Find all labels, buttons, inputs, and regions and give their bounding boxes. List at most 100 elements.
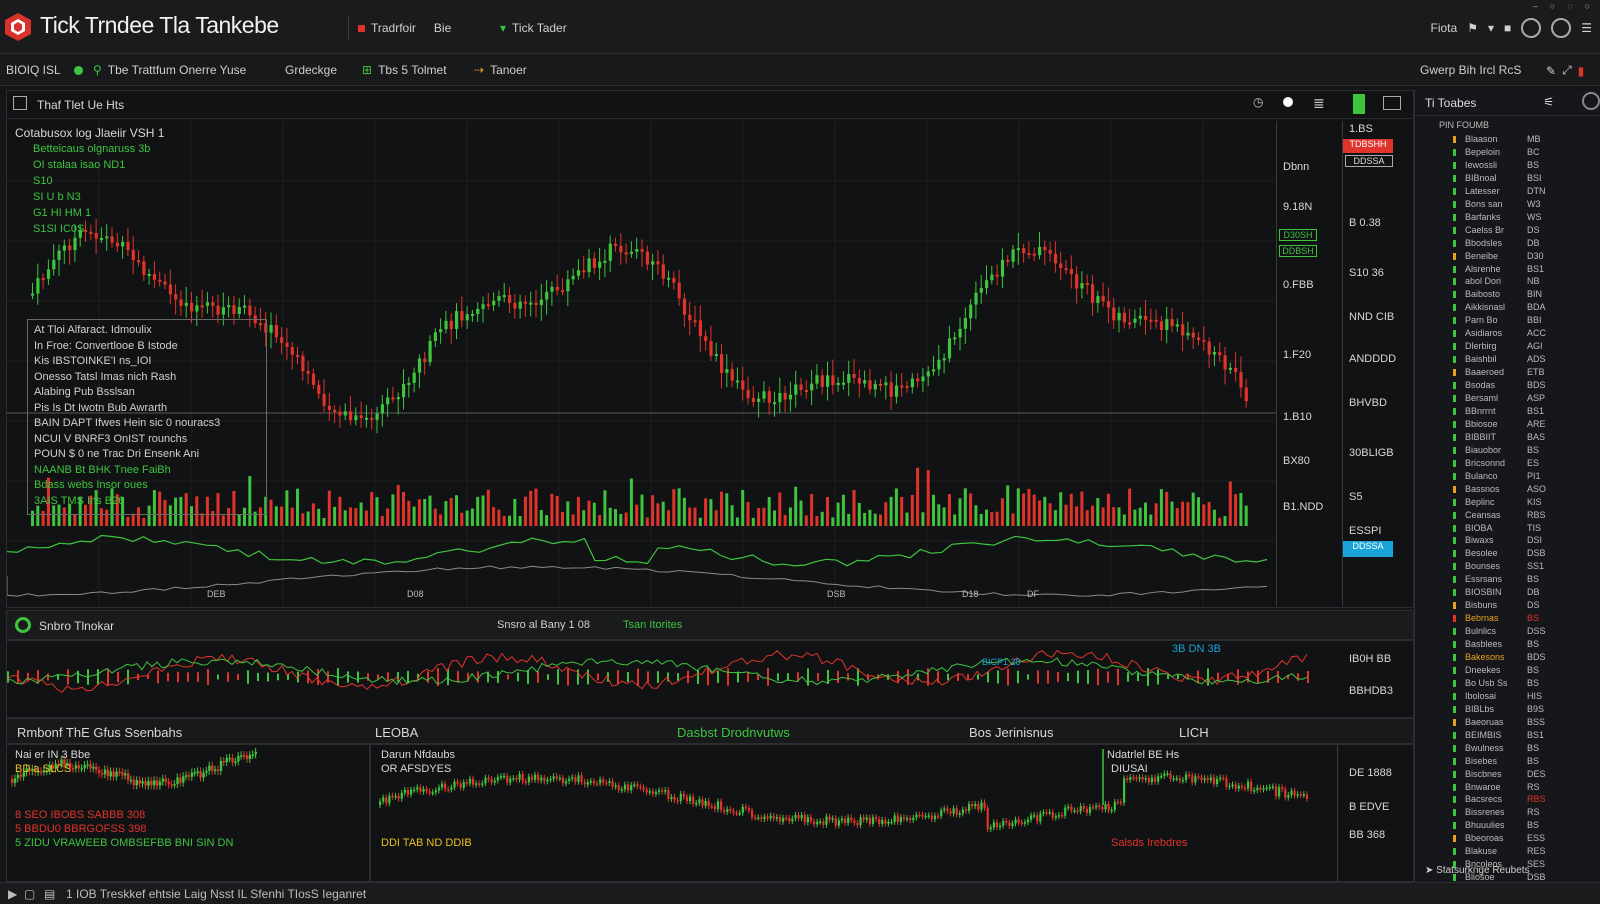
watchlist-row[interactable]: Bo Usb Ss BS	[1465, 678, 1539, 688]
candle	[428, 791, 431, 793]
watchlist-row[interactable]: Bissrenes RS	[1465, 807, 1540, 817]
watchlist-row[interactable]: Besolee DSB	[1465, 548, 1546, 558]
tab-tradrfoir[interactable]: Tradrfoir Bie	[358, 21, 451, 35]
watchlist-row[interactable]: Baibosto BIN	[1465, 289, 1542, 299]
watchlist-row[interactable]: abol Dori NB	[1465, 276, 1540, 286]
watchlist-row[interactable]: Ibolosai HIS	[1465, 691, 1542, 701]
resize-icon[interactable]: ⤢	[1562, 63, 1572, 78]
watchlist-row[interactable]: Baeoruas BSS	[1465, 717, 1545, 727]
flag-icon[interactable]: ⚑	[1467, 21, 1478, 35]
search-icon[interactable]	[1582, 92, 1600, 110]
watchlist-row[interactable]: Dneekes BS	[1465, 665, 1539, 675]
watchlist-row[interactable]: Bsodas BDS	[1465, 380, 1546, 390]
watchlist-row[interactable]: Bakesons BDS	[1465, 652, 1546, 662]
watchlist-row[interactable]: BBnrrnt BS1	[1465, 406, 1544, 416]
record-icon[interactable]	[1283, 97, 1293, 107]
list-icon[interactable]: ≣	[1313, 95, 1325, 112]
tool-selector[interactable]: ⊞ Tbs 5 Tolmet	[362, 63, 447, 77]
green-bar-icon[interactable]	[1353, 94, 1365, 114]
watchlist-row[interactable]: Biauobor BS	[1465, 445, 1539, 455]
mode-selector[interactable]: Grdeckge	[285, 63, 337, 77]
indicator-icon[interactable]	[15, 617, 31, 633]
watchlist-row[interactable]: Aikkisnasl BDA	[1465, 302, 1546, 312]
menu-icon[interactable]: ☰	[1581, 21, 1592, 35]
oscillator-bar	[47, 673, 49, 681]
clock-icon[interactable]: ◷	[1253, 95, 1263, 109]
watchlist-row[interactable]: Bisbuns DS	[1465, 600, 1540, 610]
watchlist-row[interactable]: Bulnlics DSS	[1465, 626, 1546, 636]
watchlist-symbol: BIOBA	[1465, 522, 1493, 533]
watchlist-row[interactable]: Bersaml ASP	[1465, 393, 1545, 403]
watchlist-row[interactable]: Biscbnes DES	[1465, 769, 1546, 779]
watchlist-row[interactable]: Baishbil ADS	[1465, 354, 1546, 364]
watchlist-row[interactable]: Beplinc KIS	[1465, 497, 1542, 507]
mini-chart-2[interactable]	[371, 745, 1337, 881]
watchlist-row[interactable]: Blakuse RES	[1465, 846, 1546, 856]
watchlist-row[interactable]: Parn Bo BBI	[1465, 315, 1542, 325]
table-icon[interactable]: ▤	[44, 887, 55, 901]
pen-icon[interactable]: ✎	[1546, 64, 1556, 78]
watchlist-row[interactable]: Bbiosoe ARE	[1465, 419, 1546, 429]
watchlist-row[interactable]: Bisebes BS	[1465, 756, 1539, 766]
watchlist-row[interactable]: Asidiaros ACC	[1465, 328, 1546, 338]
watchlist-row[interactable]: Bwulness BS	[1465, 743, 1539, 753]
watchlist-row[interactable]: Bnwaroe RS	[1465, 782, 1540, 792]
filter-icon[interactable]: ⚟	[1543, 95, 1554, 109]
watchlist-row[interactable]: Bassnos ASO	[1465, 484, 1546, 494]
watchlist-row[interactable]: Biwaxs DSI	[1465, 535, 1542, 545]
watchlist-row[interactable]: Blaason MB	[1465, 134, 1541, 144]
watchlist-row[interactable]: BIBLbs B9S	[1465, 704, 1544, 714]
watchlist-row[interactable]: BEIMBIS BS1	[1465, 730, 1544, 740]
watchlist-row[interactable]: Basblees BS	[1465, 639, 1539, 649]
candle	[103, 769, 107, 775]
watchlist-row[interactable]: Alsrenhe BS1	[1465, 264, 1544, 274]
watchlist-row[interactable]: Bhuuulies BS	[1465, 820, 1539, 830]
watchlist-row[interactable]: Bacsrecs RBS	[1465, 794, 1546, 804]
tool2-selector[interactable]: ⇢ Tanoer	[474, 63, 527, 77]
watchlist-row[interactable]: Bebrnas BS	[1465, 613, 1539, 623]
minimize-icon[interactable]: –	[1533, 1, 1538, 11]
symbol-selector[interactable]: BIOIQ ISL	[6, 63, 61, 77]
tab-tick-tader[interactable]: ▾ Tick Tader	[500, 21, 567, 35]
square-icon[interactable]: ▢	[24, 887, 35, 901]
panel-icon[interactable]	[13, 96, 27, 110]
settings-icon[interactable]	[1521, 18, 1542, 38]
oscillator-chart[interactable]	[7, 641, 1313, 717]
watchlist-row[interactable]: Ceansas RBS	[1465, 510, 1546, 520]
close-icon[interactable]: ○	[1585, 1, 1590, 11]
window-icon[interactable]	[1383, 96, 1401, 110]
watchlist-row[interactable]: BIBnoal BSI	[1465, 173, 1542, 183]
watchlist-footer[interactable]: ➤ Statsurknge Reubets	[1425, 865, 1530, 876]
watchlist-row[interactable]: BIOBA TIS	[1465, 523, 1541, 533]
candle	[364, 417, 369, 420]
watchlist-row[interactable]: Bbeoroas ESS	[1465, 833, 1545, 843]
watchlist-row[interactable]: Latesser DTN	[1465, 186, 1546, 196]
watchlist-row[interactable]: Barfanks WS	[1465, 212, 1542, 222]
watchlist-row[interactable]: BIOSBIN DB	[1465, 587, 1540, 597]
restore-icon[interactable]: ◌	[1567, 1, 1572, 11]
square-icon[interactable]: ■	[1504, 21, 1511, 35]
chevron-down-icon[interactable]: ▾	[1488, 21, 1494, 35]
watchlist-row[interactable]: Caelss Br DS	[1465, 225, 1540, 235]
watchlist-row[interactable]: Iewossli BS	[1465, 160, 1539, 170]
candle	[732, 810, 735, 813]
watchlist-row[interactable]: Dlerbirg AGI	[1465, 341, 1543, 351]
play-icon[interactable]: ▶	[8, 887, 17, 901]
maximize-icon[interactable]: ○	[1550, 1, 1555, 11]
alert-icon[interactable]: ▮	[1578, 64, 1585, 78]
watchlist-row[interactable]: Bulanco PI1	[1465, 471, 1541, 481]
watchlist-row[interactable]: Bepeloin BC	[1465, 147, 1540, 157]
watchlist-row[interactable]: Baaeroed ETB	[1465, 367, 1545, 377]
toolbar-right-label[interactable]: Gwerp Bih Ircl RcS	[1420, 63, 1521, 77]
candle	[447, 789, 450, 791]
watchlist-row[interactable]: Essrsans BS	[1465, 574, 1539, 584]
candle	[1206, 778, 1209, 781]
watchlist-row[interactable]: Bounses SS1	[1465, 561, 1544, 571]
account-icon[interactable]	[1551, 18, 1572, 38]
watchlist-row[interactable]: BIBBIIT BAS	[1465, 432, 1545, 442]
watchlist-row[interactable]: Bons san W3	[1465, 199, 1541, 209]
watchlist-row[interactable]: Bricsonnd ES	[1465, 458, 1539, 468]
watchlist-row[interactable]: Bbodsles DB	[1465, 238, 1540, 248]
feed-selector[interactable]: ⚲ Tbe Trattfum Onerre Yuse	[74, 63, 246, 77]
watchlist-row[interactable]: Beneibe D30	[1465, 251, 1544, 261]
